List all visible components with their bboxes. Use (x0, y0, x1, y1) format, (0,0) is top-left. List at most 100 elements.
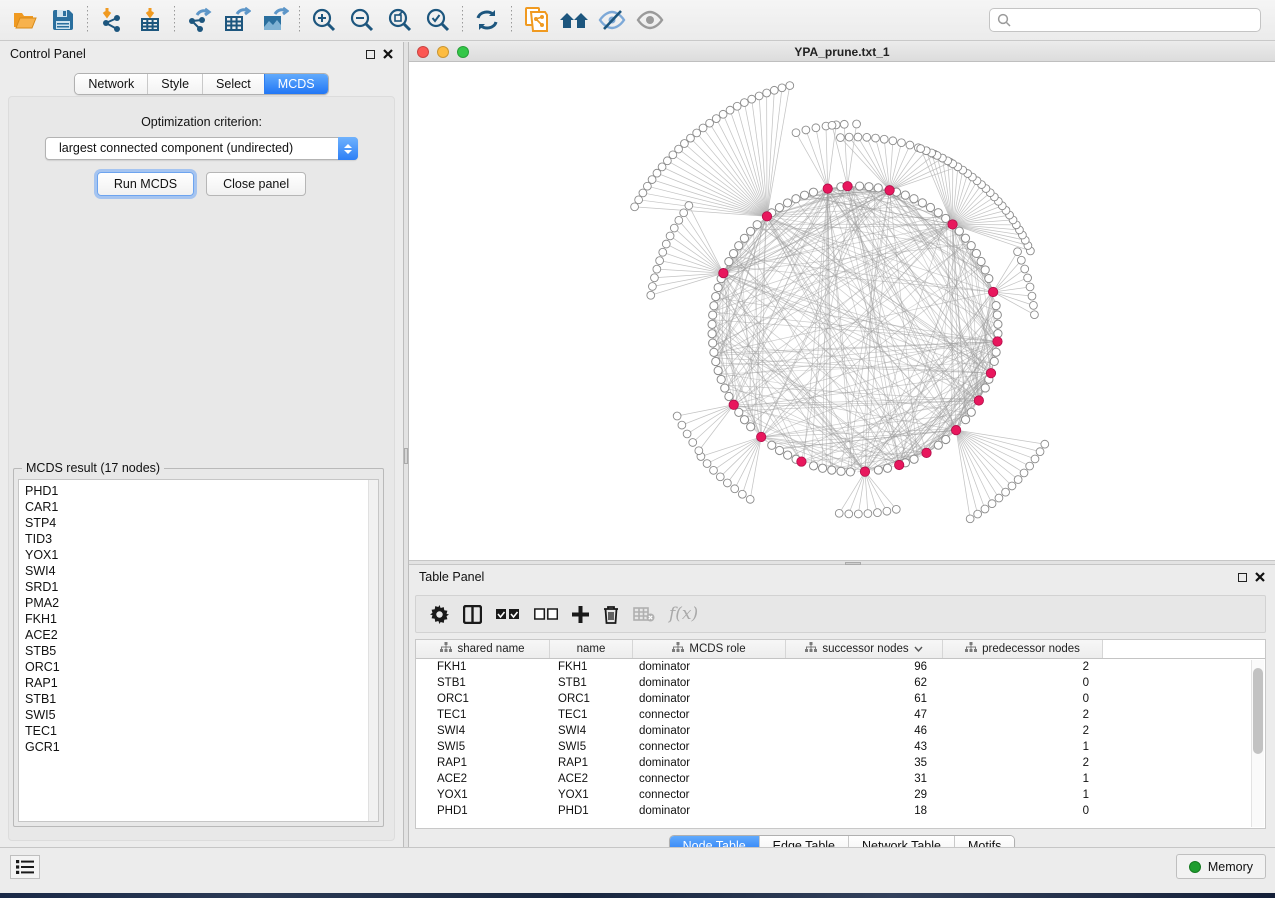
zoom-out-icon[interactable] (343, 3, 381, 37)
zoom-fit-icon[interactable] (381, 3, 419, 37)
table-row[interactable]: YOX1YOX1connector291 (416, 787, 1265, 803)
tab-select[interactable]: Select (202, 74, 264, 94)
delete-table-icon-disabled (633, 607, 655, 622)
cell-shared-name: YOX1 (416, 789, 550, 801)
mcds-result-item[interactable]: YOX1 (25, 547, 378, 563)
mcds-result-scrollbar[interactable] (368, 480, 378, 821)
cell-role: connector (633, 773, 786, 785)
column-header-successor-nodes[interactable]: successor nodes (786, 640, 943, 658)
column-header-shared-name[interactable]: shared name (416, 640, 550, 658)
mcds-result-item[interactable]: FKH1 (25, 611, 378, 627)
open-file-icon[interactable] (6, 3, 44, 37)
memory-label: Memory (1208, 860, 1253, 874)
cell-successors: 62 (786, 677, 943, 689)
node-table[interactable]: shared namenameMCDS rolesuccessor nodesp… (415, 639, 1266, 829)
table-row[interactable]: FKH1FKH1dominator962 (416, 659, 1265, 675)
mcds-result-item[interactable]: STB1 (25, 691, 378, 707)
toolbar-separator (174, 6, 175, 34)
column-header-predecessor-nodes[interactable]: predecessor nodes (943, 640, 1103, 658)
node-table-scrollbar[interactable] (1251, 660, 1264, 827)
table-settings-gear-icon[interactable] (430, 605, 449, 624)
network-window-titlebar[interactable]: YPA_prune.txt_1 (409, 42, 1275, 62)
table-row[interactable]: RAP1RAP1dominator352 (416, 755, 1265, 771)
tab-network[interactable]: Network (75, 74, 147, 94)
network-canvas[interactable] (409, 62, 1275, 560)
mcds-result-item[interactable]: SWI5 (25, 707, 378, 723)
mcds-result-item[interactable]: TID3 (25, 531, 378, 547)
hide-selected-icon[interactable] (593, 3, 631, 37)
search-input[interactable] (989, 8, 1261, 32)
table-row[interactable]: SWI5SWI5connector431 (416, 739, 1265, 755)
task-history-list-button[interactable] (10, 855, 40, 879)
mcds-result-item[interactable]: SWI4 (25, 563, 378, 579)
table-row[interactable]: ORC1ORC1dominator610 (416, 691, 1265, 707)
close-panel-icon[interactable] (383, 49, 393, 59)
mcds-result-item[interactable]: PHD1 (25, 483, 378, 499)
table-row[interactable]: ACE2ACE2connector311 (416, 771, 1265, 787)
first-neighbors-icon[interactable] (555, 3, 593, 37)
mcds-result-item[interactable]: PMA2 (25, 595, 378, 611)
cell-successors: 18 (786, 805, 943, 817)
export-table-icon[interactable] (218, 3, 256, 37)
show-column-panel-icon[interactable] (463, 605, 482, 624)
run-mcds-button[interactable]: Run MCDS (97, 172, 194, 196)
float-table-panel-icon[interactable] (1238, 573, 1247, 582)
zoom-selected-icon[interactable] (419, 3, 457, 37)
table-panel: Table Panel (409, 565, 1275, 847)
cell-predecessors: 2 (943, 725, 1103, 737)
tab-mcds[interactable]: MCDS (264, 74, 328, 94)
node-table-header: shared namenameMCDS rolesuccessor nodesp… (416, 640, 1265, 659)
optimization-criterion-value: largest connected component (undirected) (59, 141, 293, 155)
close-panel-button[interactable]: Close panel (206, 172, 306, 196)
cell-successors: 46 (786, 725, 943, 737)
table-row[interactable]: SWI4SWI4dominator462 (416, 723, 1265, 739)
scrollbar-thumb[interactable] (1253, 668, 1263, 754)
function-builder-icon-disabled: f(x) (669, 604, 698, 624)
mcds-result-item[interactable]: RAP1 (25, 675, 378, 691)
deselect-all-rows-icon[interactable] (534, 608, 558, 620)
select-all-rows-icon[interactable] (496, 608, 520, 620)
import-network-icon[interactable] (93, 3, 131, 37)
zoom-in-icon[interactable] (305, 3, 343, 37)
cell-name: STB1 (550, 677, 633, 689)
refresh-icon[interactable] (468, 3, 506, 37)
maximize-window-icon[interactable] (457, 46, 469, 58)
tab-style[interactable]: Style (147, 74, 202, 94)
mcds-result-item[interactable]: STP4 (25, 515, 378, 531)
optimization-criterion-select[interactable]: largest connected component (undirected) (45, 137, 358, 160)
mcds-result-item[interactable]: ACE2 (25, 627, 378, 643)
show-all-icon[interactable] (631, 3, 669, 37)
mcds-result-item[interactable]: ORC1 (25, 659, 378, 675)
sort-indicator-icon (914, 643, 923, 655)
column-header-mcds-role[interactable]: MCDS role (633, 640, 786, 658)
cell-predecessors: 0 (943, 677, 1103, 689)
memory-button[interactable]: Memory (1176, 854, 1266, 879)
close-window-icon[interactable] (417, 46, 429, 58)
table-row[interactable]: PHD1PHD1dominator180 (416, 803, 1265, 819)
save-session-icon[interactable] (44, 3, 82, 37)
close-table-panel-icon[interactable] (1255, 572, 1265, 582)
mcds-result-item[interactable]: GCR1 (25, 739, 378, 755)
mcds-result-item[interactable]: CAR1 (25, 499, 378, 515)
float-panel-icon[interactable] (366, 50, 375, 59)
duplicate-network-icon[interactable] (517, 3, 555, 37)
create-column-plus-icon[interactable] (572, 606, 589, 623)
minimize-window-icon[interactable] (437, 46, 449, 58)
mcds-result-groupbox: MCDS result (17 nodes) PHD1CAR1STP4TID3Y… (13, 468, 384, 827)
cell-successors: 43 (786, 741, 943, 753)
cell-shared-name: TEC1 (416, 709, 550, 721)
mcds-result-list[interactable]: PHD1CAR1STP4TID3YOX1SWI4SRD1PMA2FKH1ACE2… (18, 479, 379, 822)
column-header-name[interactable]: name (550, 640, 633, 658)
delete-column-trash-icon[interactable] (603, 605, 619, 624)
export-network-icon[interactable] (180, 3, 218, 37)
toolbar-separator (299, 6, 300, 34)
table-row[interactable]: STB1STB1dominator620 (416, 675, 1265, 691)
mcds-result-item[interactable]: STB5 (25, 643, 378, 659)
mcds-result-item[interactable]: TEC1 (25, 723, 378, 739)
table-row[interactable]: TEC1TEC1connector472 (416, 707, 1265, 723)
cell-role: dominator (633, 757, 786, 769)
export-image-icon[interactable] (256, 3, 294, 37)
mcds-result-item[interactable]: SRD1 (25, 579, 378, 595)
mcds-tab-content: Optimization criterion: largest connecte… (8, 96, 395, 841)
import-table-icon[interactable] (131, 3, 169, 37)
